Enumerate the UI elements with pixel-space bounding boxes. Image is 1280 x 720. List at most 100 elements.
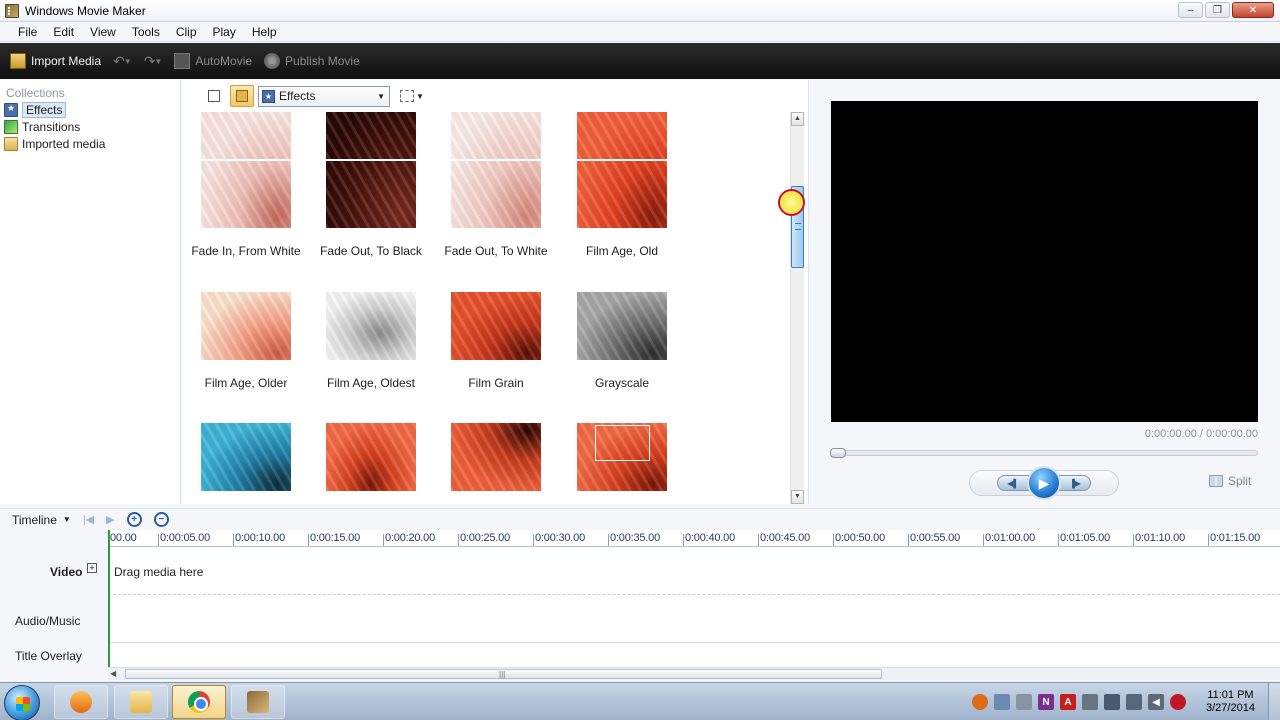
collection-transitions[interactable]: Transitions <box>0 118 180 135</box>
timeline-view-label[interactable]: Timeline <box>12 513 57 527</box>
timeline-ruler[interactable]: 00.00 0:00:05.00 0:00:10.00 0:00:15.00 0… <box>108 530 1280 547</box>
collections-pane: Collections Effects Transitions Imported… <box>0 80 181 504</box>
show-desktop-button[interactable] <box>1268 683 1280 720</box>
expand-track-icon[interactable]: + <box>87 563 97 573</box>
system-clock[interactable]: 11:01 PM 3/27/2014 <box>1206 689 1255 715</box>
taskbar-media-player[interactable] <box>54 685 108 719</box>
effect-film-grain[interactable]: Film Grain <box>433 292 559 390</box>
ruler-tick-label: 0:00:40.00 <box>683 532 735 546</box>
menu-file[interactable]: File <box>10 25 45 39</box>
onenote-icon[interactable]: N <box>1038 694 1054 710</box>
close-button[interactable]: ✕ <box>1232 2 1274 18</box>
scroll-down-button[interactable]: ▼ <box>791 490 804 504</box>
volume-icon[interactable]: ◀ <box>1148 694 1164 710</box>
audio-track[interactable] <box>108 595 1280 643</box>
timeline-header: Timeline ▼ |◀ ▶ + − <box>0 508 1280 530</box>
undo-button[interactable]: ↶ ▼ <box>113 53 132 70</box>
menu-view[interactable]: View <box>82 25 124 39</box>
effect-thumbnail <box>201 292 291 360</box>
seek-knob[interactable] <box>830 448 846 458</box>
timeline-horizontal-scrollbar[interactable]: ◀ ||| <box>108 667 1280 680</box>
effect-fade-out-to-black[interactable]: Fade Out, To Black <box>308 112 434 258</box>
collection-effects-label: Effects <box>22 101 67 118</box>
effect-fade-in-from-white[interactable]: Fade In, From White <box>183 112 309 258</box>
effect-tile[interactable] <box>433 423 559 504</box>
pan-zoom-frame <box>595 425 650 461</box>
effect-tile[interactable] <box>308 423 434 504</box>
split-button[interactable]: Split <box>1209 474 1251 488</box>
effect-film-age-oldest[interactable]: Film Age, Oldest <box>308 292 434 390</box>
playhead[interactable] <box>108 530 110 680</box>
thumbnails-view-button[interactable] <box>230 85 254 107</box>
menu-play[interactable]: Play <box>205 25 244 39</box>
effect-thumbnail <box>326 423 416 491</box>
ruler-tick-label: 0:01:00.00 <box>983 532 1035 546</box>
zoom-in-icon[interactable]: + <box>126 512 142 527</box>
folder-icon <box>4 136 18 151</box>
start-button[interactable] <box>4 685 40 720</box>
video-track[interactable]: Drag media here <box>108 547 1280 595</box>
effect-film-age-older[interactable]: Film Age, Older <box>183 292 309 390</box>
video-track-label: Video <box>50 565 83 579</box>
redo-button[interactable]: ↷ ▼ <box>144 53 163 70</box>
effect-thumbnail <box>577 292 667 360</box>
maximize-button[interactable]: ❐ <box>1205 2 1230 18</box>
undo-dropdown-icon[interactable]: ▼ <box>124 57 132 66</box>
effect-tile[interactable] <box>559 423 685 504</box>
folder-icon <box>130 691 152 713</box>
play-timeline-icon[interactable]: ▶ <box>106 513 114 526</box>
split-label: Split <box>1228 474 1252 488</box>
collection-imported-media[interactable]: Imported media <box>0 135 180 152</box>
taskbar-explorer[interactable] <box>114 685 168 719</box>
menu-edit[interactable]: Edit <box>45 25 82 39</box>
playback-controls: ◀▌ ▶ ▐▶ <box>969 466 1119 500</box>
rewind-icon[interactable]: |◀ <box>83 513 94 526</box>
chevron-down-icon: ▼ <box>377 91 385 101</box>
ruler-tick-label: 0:01:05.00 <box>1058 532 1110 546</box>
signal-icon[interactable] <box>1104 694 1120 710</box>
media-player-icon <box>70 691 92 713</box>
publish-icon <box>264 53 281 69</box>
automovie-button[interactable]: AutoMovie <box>174 53 252 69</box>
play-button[interactable]: ▶ <box>1027 466 1061 500</box>
menu-clip[interactable]: Clip <box>168 25 205 39</box>
printer-icon[interactable] <box>1016 694 1032 710</box>
effect-tile[interactable] <box>183 423 309 504</box>
preview-monitor[interactable] <box>831 101 1258 422</box>
network-share-icon[interactable] <box>994 694 1010 710</box>
collection-effects[interactable]: Effects <box>0 101 180 118</box>
scroll-up-button[interactable]: ▲ <box>791 112 804 126</box>
horizontal-scrollbar-thumb[interactable]: ||| <box>125 669 882 679</box>
network-icon[interactable] <box>1126 694 1142 710</box>
update-icon[interactable] <box>1170 694 1186 710</box>
system-tray: N A ◀ <box>972 683 1186 720</box>
chevron-down-icon[interactable]: ▼ <box>63 515 71 524</box>
movie-maker-app-icon <box>5 3 19 18</box>
ruler-tick-label: 0:00:10.00 <box>233 532 285 546</box>
mouse-cursor-highlight <box>778 189 805 216</box>
scroll-left-button[interactable]: ◀ <box>110 669 116 678</box>
menu-tools[interactable]: Tools <box>124 25 168 39</box>
next-frame-button[interactable]: ▐▶ <box>1059 475 1091 491</box>
details-view-button[interactable] <box>202 85 226 107</box>
acrobat-icon[interactable]: A <box>1060 694 1076 710</box>
content-vertical-scrollbar[interactable]: ▲ ▼ <box>790 112 804 504</box>
title-bar: Windows Movie Maker – ❐ ✕ <box>0 0 1280 22</box>
thumbnail-size-button[interactable]: ▼ <box>400 90 424 102</box>
antivirus-icon[interactable] <box>972 694 988 710</box>
redo-dropdown-icon[interactable]: ▼ <box>154 57 162 66</box>
effect-fade-out-to-white[interactable]: Fade Out, To White <box>433 112 559 258</box>
effect-film-age-old[interactable]: Film Age, Old <box>559 112 685 258</box>
minimize-button[interactable]: – <box>1178 2 1203 18</box>
publish-movie-button[interactable]: Publish Movie <box>264 53 360 69</box>
effect-grayscale[interactable]: Grayscale <box>559 292 685 390</box>
seek-bar[interactable] <box>830 448 1258 458</box>
collection-dropdown[interactable]: ★ Effects ▼ <box>258 85 390 107</box>
taskbar-movie-maker[interactable] <box>231 685 285 719</box>
menu-help[interactable]: Help <box>244 25 285 39</box>
previous-frame-button[interactable]: ◀▌ <box>997 475 1029 491</box>
taskbar-chrome[interactable] <box>172 685 226 719</box>
import-media-button[interactable]: Import Media <box>10 53 101 69</box>
zoom-out-icon[interactable]: − <box>153 512 169 527</box>
device-icon[interactable] <box>1082 694 1098 710</box>
